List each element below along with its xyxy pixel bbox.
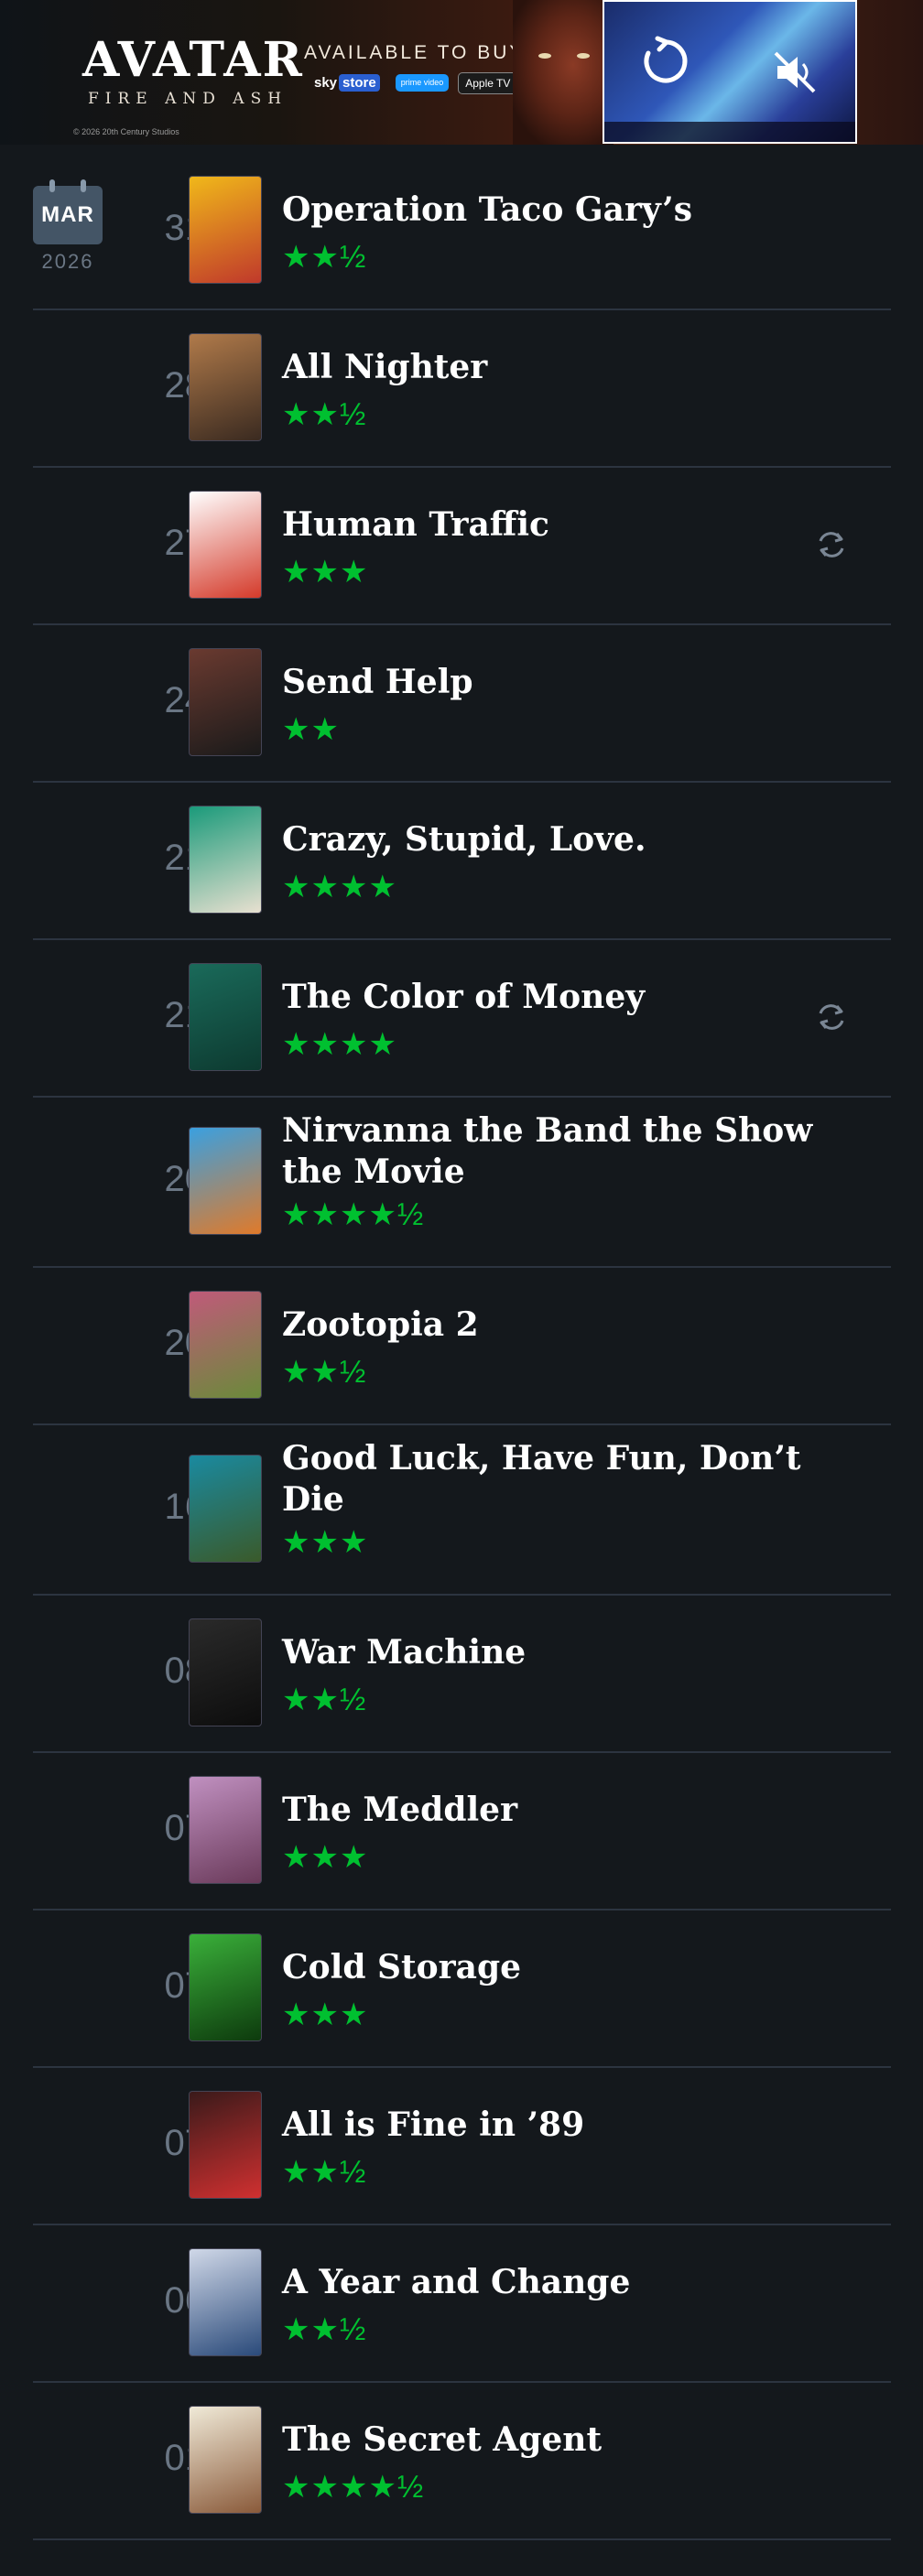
entry-rating: ★★★	[282, 1840, 369, 1875]
entry-poster[interactable]	[189, 2091, 262, 2199]
entry-rating: ★★½	[282, 1683, 367, 1717]
diary-entry[interactable]: 16 Good Luck, Have Fun, Don’t Die ★★★	[33, 1425, 891, 1596]
replay-icon[interactable]	[639, 35, 692, 88]
entry-rating: ★★★★½	[282, 1197, 425, 1232]
entry-title[interactable]: A Year and Change	[282, 2262, 831, 2303]
apple-tv-logo: Apple TV	[458, 71, 518, 94]
diary-entry[interactable]: 24 Send Help ★★	[33, 625, 891, 783]
entry-rating: ★★★	[282, 1525, 369, 1560]
entry-poster[interactable]	[189, 1291, 262, 1399]
entry-rating: ★★½	[282, 1355, 367, 1390]
entry-poster[interactable]	[189, 1618, 262, 1726]
diary-entry[interactable]: 27 Human Traffic ★★★	[33, 468, 891, 625]
entry-title[interactable]: The Color of Money	[282, 977, 831, 1018]
entry-title[interactable]: Crazy, Stupid, Love.	[282, 819, 831, 860]
ad-character-image	[513, 0, 614, 145]
entry-title[interactable]: All Nighter	[282, 347, 831, 388]
ad-banner[interactable]: AVATAR FIRE AND ASH AVAILABLE TO BUY sky…	[0, 0, 923, 145]
rewatch-icon	[813, 526, 850, 563]
diary-entry[interactable]: 21 Crazy, Stupid, Love. ★★★★	[33, 783, 891, 940]
entry-rating: ★★½	[282, 2312, 367, 2347]
entry-poster[interactable]	[189, 1127, 262, 1235]
entry-title[interactable]: Cold Storage	[282, 1947, 831, 1988]
ad-subtitle: FIRE AND ASH	[88, 90, 288, 108]
entry-rating: ★★½	[282, 2155, 367, 2190]
diary-entry[interactable]: 07 The Meddler ★★★	[33, 1753, 891, 1910]
diary-entry[interactable]: 20 Zootopia 2 ★★½	[33, 1268, 891, 1425]
diary-entry[interactable]: 01 The Secret Agent ★★★★½	[33, 2383, 891, 2540]
entry-title[interactable]: Send Help	[282, 662, 831, 703]
diary-entry[interactable]: 31 Operation Taco Gary’s ★★½	[33, 153, 891, 310]
entry-poster[interactable]	[189, 1776, 262, 1884]
entry-poster[interactable]	[189, 176, 262, 284]
ad-available-text: AVAILABLE TO BUY	[304, 42, 526, 63]
entry-poster[interactable]	[189, 806, 262, 914]
ad-copyright: © 2026 20th Century Studios	[73, 127, 179, 136]
entry-poster[interactable]	[189, 2248, 262, 2356]
entry-rating: ★★½	[282, 240, 367, 275]
entry-title[interactable]: Operation Taco Gary’s	[282, 189, 831, 231]
entry-rating: ★★★	[282, 1997, 369, 2032]
entry-poster[interactable]	[189, 2406, 262, 2514]
entry-title[interactable]: Nirvanna the Band the Show the Movie	[282, 1110, 831, 1193]
entry-poster[interactable]	[189, 648, 262, 756]
entry-title[interactable]: War Machine	[282, 1632, 831, 1673]
diary-entry[interactable]: 06 A Year and Change ★★½	[33, 2225, 891, 2383]
entry-poster[interactable]	[189, 1455, 262, 1563]
ad-title: AVATAR	[82, 32, 304, 88]
diary-entry[interactable]: 21 The Color of Money ★★★★	[33, 940, 891, 1098]
entry-rating: ★★★	[282, 555, 369, 590]
entry-title[interactable]: All is Fine in ’89	[282, 2105, 831, 2146]
diary-list: MAR 2026 31 Operation Taco Gary’s ★★½ 28 All…	[33, 153, 891, 2540]
entry-poster[interactable]	[189, 491, 262, 599]
ad-video[interactable]	[603, 0, 857, 144]
entry-poster[interactable]	[189, 963, 262, 1071]
entry-rating: ★★★★½	[282, 2470, 425, 2505]
ad-stores: sky store prime video Apple TV	[308, 71, 518, 94]
diary-entry[interactable]: 20 Nirvanna the Band the Show the Movie ★★…	[33, 1098, 891, 1268]
mute-icon[interactable]	[772, 49, 818, 95]
rewatch-icon	[813, 999, 850, 1035]
entry-title[interactable]: Human Traffic	[282, 504, 831, 546]
entry-rating: ★★½	[282, 397, 367, 432]
entry-title[interactable]: Zootopia 2	[282, 1304, 831, 1346]
sky-store-logo: sky store	[308, 71, 386, 94]
entry-rating: ★★★★	[282, 1027, 397, 1062]
diary-entry[interactable]: 07 All is Fine in ’89 ★★½	[33, 2068, 891, 2225]
prime-video-logo: prime video	[395, 74, 450, 92]
entry-title[interactable]: Good Luck, Have Fun, Don’t Die	[282, 1438, 831, 1521]
entry-rating: ★★	[282, 712, 340, 747]
entry-rating: ★★★★	[282, 870, 397, 904]
entry-title[interactable]: The Secret Agent	[282, 2419, 831, 2461]
diary-entry[interactable]: 08 War Machine ★★½	[33, 1596, 891, 1753]
entry-title[interactable]: The Meddler	[282, 1790, 831, 1831]
ad-logo: AVATAR FIRE AND ASH	[82, 32, 304, 109]
entry-poster[interactable]	[189, 1933, 262, 2041]
entry-poster[interactable]	[189, 333, 262, 441]
diary-entry[interactable]: 07 Cold Storage ★★★	[33, 1910, 891, 2068]
diary-entry[interactable]: 28 All Nighter ★★½	[33, 310, 891, 468]
